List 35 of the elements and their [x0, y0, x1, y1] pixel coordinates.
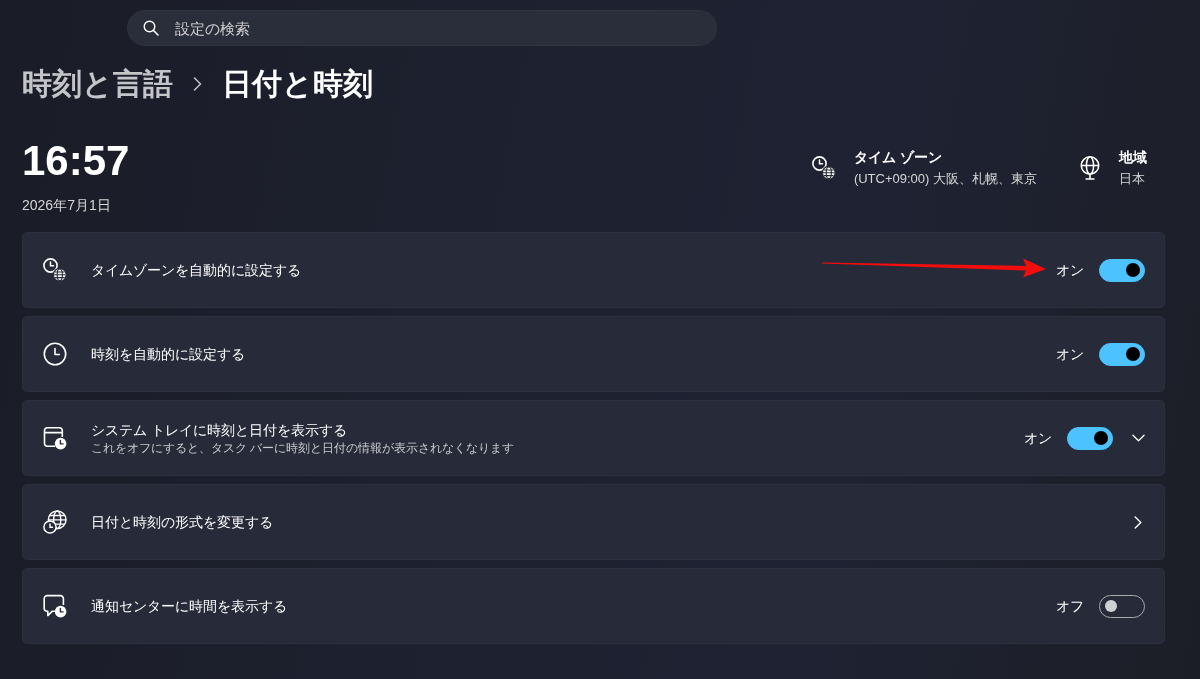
chat-clock-icon — [43, 594, 67, 618]
clock-date: 2026年7月1日 — [22, 196, 111, 215]
settings-card[interactable]: 日付と時刻の形式を変更する — [22, 484, 1165, 560]
toggle-state-label: オフ — [1056, 597, 1084, 616]
setting-label: システム トレイに時刻と日付を表示する — [91, 420, 347, 440]
calendar-clock-icon — [43, 426, 67, 450]
search-field[interactable]: 設定の検索 — [127, 10, 717, 46]
setting-label: 時刻を自動的に設定する — [91, 345, 245, 364]
setting-description: これをオフにすると、タスク バーに時刻と日付の情報が表示されなくなります — [91, 439, 515, 457]
toggle-switch[interactable] — [1067, 426, 1113, 450]
setting-label: 通知センターに時間を表示する — [91, 597, 287, 616]
clock-globe-icon — [811, 156, 836, 180]
setting-label: 日付と時刻の形式を変更する — [91, 513, 273, 532]
toggle-state-label: オン — [1024, 429, 1052, 448]
toggle-switch[interactable] — [1099, 342, 1145, 366]
toggle-state-label: オン — [1056, 345, 1084, 364]
info-value: (UTC+09:00) 大阪、札幌、東京 — [853, 170, 1037, 188]
breadcrumb-link[interactable]: 時刻と言語 — [22, 64, 173, 104]
clock-icon — [43, 342, 67, 366]
info-title: タイム ゾーン — [853, 148, 942, 167]
chevron-right-icon — [193, 77, 202, 91]
setting-label: タイムゾーンを自動的に設定する — [91, 261, 301, 280]
info-title: 地域 — [1119, 148, 1147, 167]
settings-card[interactable]: システム トレイに時刻と日付を表示する これをオフにすると、タスク バーに時刻と日付の情報が表示されなくなります オン — [22, 400, 1165, 476]
info-value: 日本 — [1119, 170, 1145, 188]
chevron-down-icon[interactable] — [1131, 434, 1145, 442]
globe-icon — [1079, 156, 1101, 180]
toggle-switch[interactable] — [1099, 258, 1145, 282]
search-icon — [143, 20, 159, 36]
toggle-state-label: オン — [1056, 261, 1084, 280]
chevron-right-icon — [1134, 515, 1142, 529]
page-title: 日付と時刻 — [222, 66, 373, 102]
globe-clock-icon — [43, 510, 67, 534]
clock-globe-icon — [43, 258, 67, 282]
clock-time: 16:57 — [22, 136, 130, 186]
